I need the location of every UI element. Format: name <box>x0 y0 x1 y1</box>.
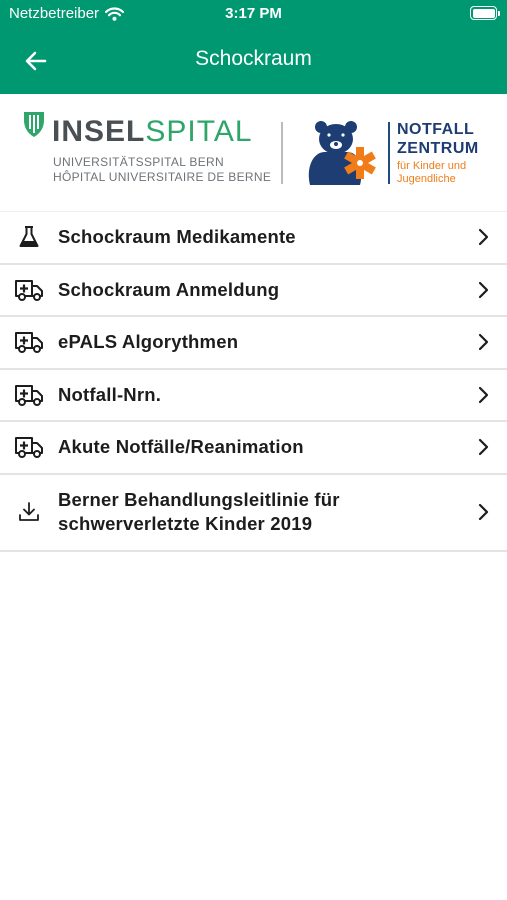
status-time: 3:17 PM <box>225 5 282 22</box>
menu-item-akute-notfaelle-reanimation[interactable]: Akute Notfälle/Reanimation <box>0 422 507 475</box>
notfallzentrum-title: NOTFALL <box>397 121 475 138</box>
menu-item-label: Berner Behandlungsleitlinie für schwerve… <box>58 489 340 534</box>
download-icon <box>19 502 39 521</box>
inselspital-subtitle-fr: HÔPITAL UNIVERSITAIRE DE BERNE <box>53 170 272 184</box>
logo-divider <box>281 122 283 184</box>
page-title: Schockraum <box>195 47 312 70</box>
inselspital-wordmark: INSELSPITAL <box>52 115 253 148</box>
chevron-right-icon <box>478 386 489 403</box>
status-bar: Netzbetreiber 3:17 PM <box>0 0 507 28</box>
notfallzentrum-subtitle-2: Jugendliche <box>397 173 456 185</box>
chevron-right-icon <box>478 229 489 246</box>
menu-item-label: Notfall-Nrn. <box>58 383 162 405</box>
ambulance-icon <box>15 279 43 301</box>
chevron-right-icon <box>478 281 489 298</box>
menu-item-label: ePALS Algorythmen <box>58 331 239 353</box>
notfallzentrum-subtitle: für Kinder und <box>397 160 467 172</box>
menu-item-epals-algorythmen[interactable]: ePALS Algorythmen <box>0 317 507 370</box>
navigation-bar: Schockraum <box>0 28 507 94</box>
notfallzentrum-title-2: ZENTRUM <box>397 140 479 157</box>
flask-icon <box>19 226 39 248</box>
menu-list: Schockraum Medikamente Schockraum Anmeld… <box>0 211 507 552</box>
battery-icon <box>470 6 500 20</box>
ambulance-icon <box>15 384 43 406</box>
chevron-right-icon <box>478 439 489 456</box>
bear-logo-icon <box>308 121 376 185</box>
menu-item-label: Schockraum Medikamente <box>58 226 296 248</box>
ambulance-icon <box>15 332 43 354</box>
inselspital-subtitle-de: UNIVERSITÄTSSPITAL BERN <box>53 155 224 169</box>
menu-item-schockraum-medikamente[interactable]: Schockraum Medikamente <box>0 212 507 265</box>
chevron-right-icon <box>478 334 489 351</box>
menu-item-label: Schockraum Anmeldung <box>58 278 280 300</box>
menu-item-berner-behandlungsleitlinie[interactable]: Berner Behandlungsleitlinie für schwerve… <box>0 474 507 552</box>
logo-banner: INSELSPITAL UNIVERSITÄTSSPITAL BERN HÔPI… <box>0 94 507 211</box>
inselspital-logo-icon <box>24 112 44 137</box>
menu-item-notfall-nrn[interactable]: Notfall-Nrn. <box>0 369 507 422</box>
chevron-right-icon <box>478 503 489 521</box>
menu-item-label: Akute Notfälle/Reanimation <box>58 436 304 458</box>
ambulance-icon <box>15 437 43 459</box>
notfallzentrum-divider <box>388 122 390 184</box>
menu-item-schockraum-anmeldung[interactable]: Schockraum Anmeldung <box>0 264 507 317</box>
